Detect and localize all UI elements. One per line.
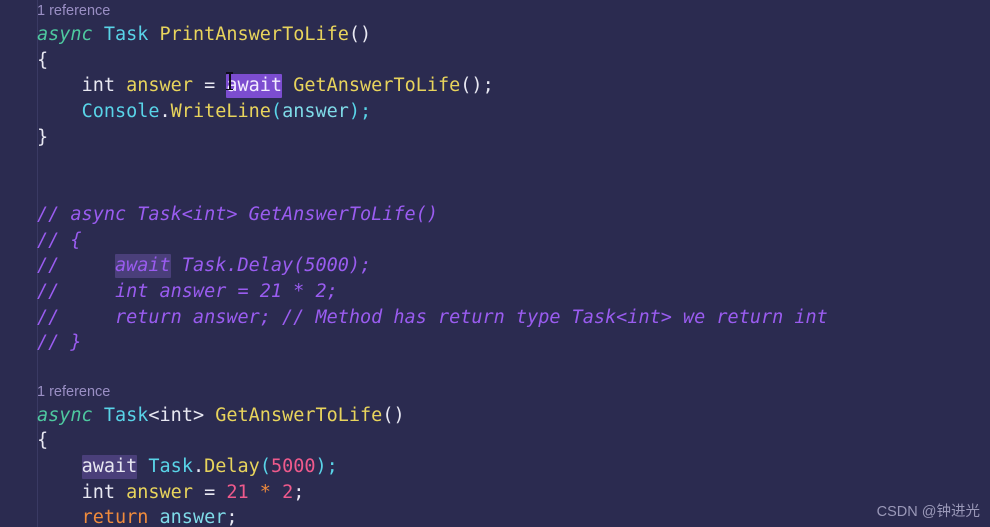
token-keyword-async: async [37, 24, 93, 45]
token-comment: // } [37, 332, 82, 354]
code-content[interactable]: 1 reference async Task PrintAnswerToLife… [0, 0, 990, 527]
token-comment-await-highlight[interactable]: await [114, 254, 171, 279]
token-keyword-await-selected[interactable]: await [226, 74, 283, 99]
codelens-label: 1 reference [37, 383, 111, 400]
code-line-method-one-open-brace[interactable]: { [0, 48, 990, 74]
code-line-comment-open-brace[interactable]: // { [0, 228, 990, 254]
code-line-comment-return[interactable]: // return answer; // Method has return t… [0, 305, 990, 331]
token-variable-answer: answer [159, 507, 227, 527]
token-keyword-return: return [81, 507, 149, 527]
token-method-name: GetAnswerToLife [215, 404, 383, 426]
token-variable-answer: answer [126, 75, 193, 97]
token-semicolon: ; [226, 507, 238, 527]
code-line-comment-signature[interactable]: // async Task<int> GetAnswerToLife() [0, 202, 990, 228]
token-close-paren: ); [315, 456, 338, 477]
code-line-comment-close-brace[interactable]: // } [0, 330, 990, 356]
token-keyword-async: async [37, 404, 93, 426]
code-line-comment-await-delay[interactable]: // await Task.Delay(5000); [0, 253, 990, 279]
code-line-return-answer[interactable]: return answer; [0, 505, 990, 527]
code-editor-surface[interactable]: 1 reference async Task PrintAnswerToLife… [0, 0, 990, 527]
code-line-blank[interactable] [0, 150, 990, 176]
code-line-console-writeline[interactable]: Console.WriteLine(answer); [0, 99, 990, 125]
token-type-task: Task [103, 404, 149, 426]
token-argument-answer: answer [282, 101, 349, 123]
codelens-reference-second[interactable]: 1 reference [0, 382, 990, 403]
token-keyword-int: int [81, 481, 115, 503]
code-line-method-one-signature[interactable]: async Task PrintAnswerToLife() [0, 22, 990, 48]
code-line-method-two-signature[interactable]: async Task<int> GetAnswerToLife() [0, 403, 990, 429]
code-line-blank[interactable] [0, 176, 990, 202]
token-method-delay: Delay [204, 456, 260, 477]
token-comment: Task.Delay(5000); [170, 255, 372, 277]
token-comment: // [37, 255, 115, 277]
token-dot: . [192, 456, 205, 477]
token-operator-multiply: * [259, 481, 271, 503]
code-line-assign-await[interactable]: int answer = await GetAnswerToLife(); [0, 73, 990, 99]
token-variable-answer: answer [126, 481, 193, 503]
token-method-call: GetAnswerToLife [293, 75, 461, 97]
token-open-brace: { [37, 49, 49, 71]
token-open-paren: ( [270, 101, 283, 123]
csdn-watermark: CSDN @钟进光 [876, 504, 980, 520]
token-number-21: 21 [226, 481, 249, 503]
code-line-assign-arithmetic[interactable]: int answer = 21 * 2; [0, 480, 990, 506]
token-number-2: 2 [282, 481, 294, 503]
token-call-tail: (); [460, 75, 494, 97]
token-open-paren: ( [259, 456, 271, 477]
code-line-comment-assign[interactable]: // int answer = 21 * 2; [0, 279, 990, 305]
token-class-task: Task [148, 456, 193, 477]
token-open-brace: { [37, 430, 49, 452]
token-generic-int: <int> [148, 404, 205, 426]
token-comment: // return answer; // Method has return t… [37, 306, 828, 328]
token-keyword-int: int [81, 75, 115, 97]
token-comment: // async Task<int> GetAnswerToLife() [37, 203, 438, 225]
token-operator-assign: = [204, 481, 216, 503]
token-parens: () [382, 404, 405, 426]
token-dot: . [159, 101, 171, 123]
token-number-5000: 5000 [270, 456, 316, 477]
token-class-console: Console [81, 101, 160, 123]
codelens-reference-first[interactable]: 1 reference [0, 1, 990, 22]
token-comment: // { [37, 229, 82, 251]
code-line-blank[interactable] [0, 356, 990, 382]
token-close-paren: ); [348, 101, 372, 123]
token-type-task: Task [103, 24, 149, 45]
token-method-name: PrintAnswerToLife [159, 24, 349, 45]
code-line-method-two-open-brace[interactable]: { [0, 428, 990, 454]
token-close-brace: } [37, 126, 49, 148]
token-method-writeline: WriteLine [170, 101, 271, 123]
token-operator-assign: = [204, 75, 216, 97]
code-line-await-task-delay[interactable]: await Task.Delay(5000); [0, 454, 990, 480]
token-semicolon: ; [293, 481, 305, 503]
token-keyword-await-occurrence[interactable]: await [81, 455, 138, 479]
token-parens: () [348, 24, 372, 45]
code-line-method-one-close-brace[interactable]: } [0, 125, 990, 151]
codelens-label: 1 reference [37, 3, 111, 19]
token-comment: // int answer = 21 * 2; [37, 280, 338, 302]
